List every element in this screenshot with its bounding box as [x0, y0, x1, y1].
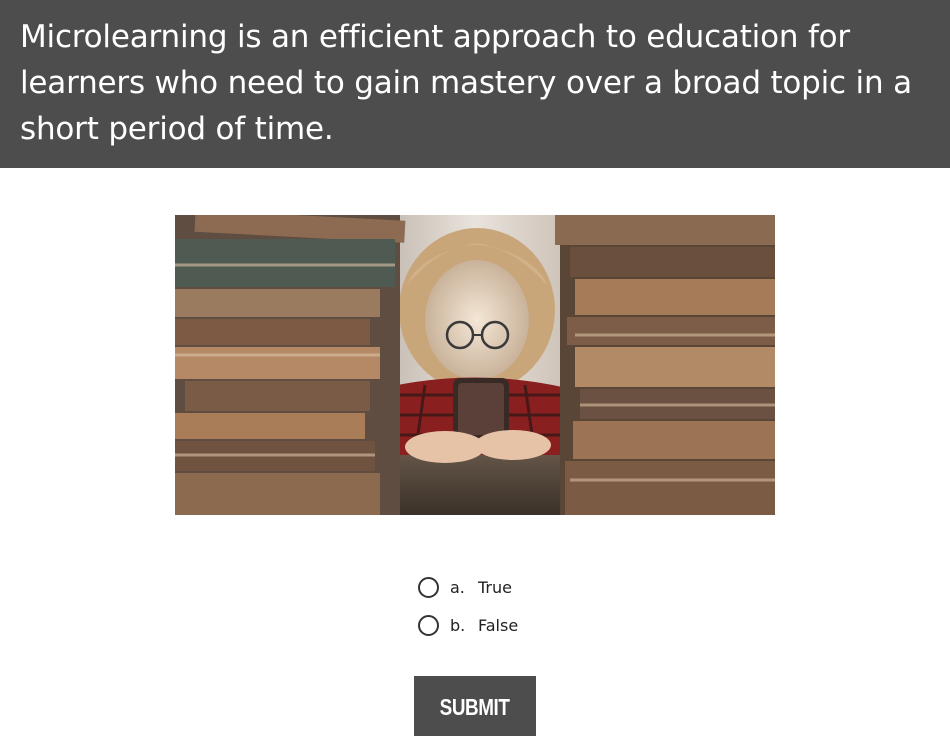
answer-options: a. True b. False	[418, 574, 518, 650]
radio-button-b[interactable]	[418, 614, 439, 636]
option-label: True	[478, 577, 512, 597]
submit-button[interactable]: SUBMIT	[414, 676, 536, 736]
option-a[interactable]: a. True	[418, 574, 518, 600]
option-b[interactable]: b. False	[418, 612, 518, 638]
radio-button-a[interactable]	[418, 576, 439, 598]
question-header: Microlearning is an efficient approach t…	[0, 0, 950, 168]
option-letter: a.	[450, 577, 465, 597]
left-book-stack	[175, 215, 406, 515]
question-text: Microlearning is an efficient approach t…	[20, 19, 912, 147]
option-letter: b.	[450, 615, 466, 635]
submit-label: SUBMIT	[440, 693, 510, 720]
right-book-stack	[555, 215, 775, 515]
option-label: False	[478, 615, 519, 635]
student-with-books-photo	[175, 215, 775, 515]
